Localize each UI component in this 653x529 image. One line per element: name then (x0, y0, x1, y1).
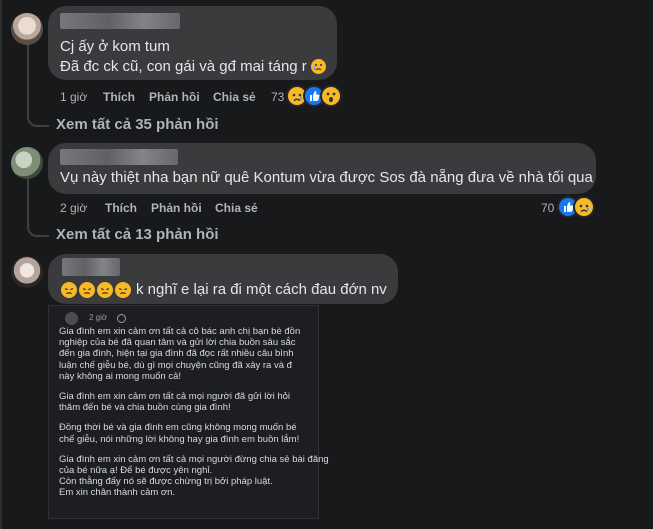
attached-image-line: nghiệp của bé đã quan tâm và gửi lời chi… (59, 337, 296, 349)
comment-time[interactable]: 2 giờ (60, 201, 87, 215)
avatar[interactable] (11, 256, 43, 288)
attached-image-line: Còn thằng đấy nó sẽ được chừng trị bởi p… (59, 476, 273, 488)
thread-connector (27, 179, 49, 237)
avatar[interactable] (11, 147, 43, 179)
thread-connector (27, 45, 49, 127)
post-time: 2 giờ (89, 313, 108, 322)
crying-emoji-icon (311, 59, 326, 74)
attached-image[interactable]: 2 giờ Gia đình em xin cảm ơn tất cả cô b… (48, 305, 329, 519)
comment-text-line: Đã đc ck cũ, con gái và gđ mai táng r (60, 58, 307, 75)
reply-button[interactable]: Phản hồi (149, 90, 200, 104)
reply-button[interactable]: Phản hồi (151, 201, 202, 215)
reaction-count[interactable]: 70 (541, 201, 554, 215)
comment-text-line: Vụ này thiệt nha bạn nữ quê Kontum vừa đ… (60, 169, 593, 186)
commenter-name[interactable] (62, 258, 120, 276)
wow-reaction-icon (320, 85, 342, 107)
attached-image-line: chế giễu, nói những lời không hay gia đì… (59, 433, 300, 445)
comment-text-line: Cj ấy ở kom tum (60, 38, 170, 55)
share-button[interactable]: Chia sẻ (213, 90, 256, 104)
globe-icon (117, 314, 126, 323)
commenter-name[interactable] (60, 13, 180, 29)
pensive-emoji-icon (97, 282, 113, 298)
avatar (65, 312, 78, 325)
view-all-replies-link[interactable]: Xem tất cả 13 phản hồi (56, 226, 219, 243)
attached-image-line: Em xin chân thành cảm ơn. (59, 487, 176, 499)
attached-image-line: Đồng thời bé và gia đình em cũng không m… (59, 422, 297, 434)
pensive-emoji-icon (115, 282, 131, 298)
reaction-count[interactable]: 73 (271, 90, 284, 104)
view-all-replies-link[interactable]: Xem tất cả 35 phản hồi (56, 116, 219, 133)
like-button[interactable]: Thích (105, 201, 137, 215)
attached-image-line: Gia đình em xin cảm ơn tất cả mọi người … (59, 453, 329, 465)
sad-reaction-icon (573, 196, 595, 218)
attached-image-line: đến gia đình, hiện tại gia đình đã đọc r… (59, 348, 294, 360)
share-button[interactable]: Chia sẻ (215, 201, 258, 215)
attached-image-line: thăm đến bé và chia buồn cùng gia đình! (59, 402, 231, 414)
comment-time[interactable]: 1 giờ (60, 90, 87, 104)
thread-line (0, 0, 2, 529)
pensive-emoji-icon (79, 282, 95, 298)
attached-image-line: Gia đình em xin cảm ơn tất cả cô bác anh… (59, 326, 301, 337)
attached-image-line: luận chế giễu bé, dù gì mọi chuyện cũng … (59, 359, 292, 371)
avatar[interactable] (11, 13, 43, 45)
attached-image-line: này không ai mong muốn cả! (59, 370, 181, 382)
pensive-emoji-icon (61, 282, 77, 298)
attached-image-line: Gia đình em xin cảm ơn tất cả mọi người … (59, 391, 291, 402)
comment-text-line: k nghĩ e lại ra đi một cách đau đớn nv (136, 281, 387, 298)
commenter-name[interactable] (60, 149, 178, 165)
attached-image-line: của bé nữa ạ! Để bé được yên nghỉ. (59, 465, 213, 476)
like-button[interactable]: Thích (103, 90, 135, 104)
